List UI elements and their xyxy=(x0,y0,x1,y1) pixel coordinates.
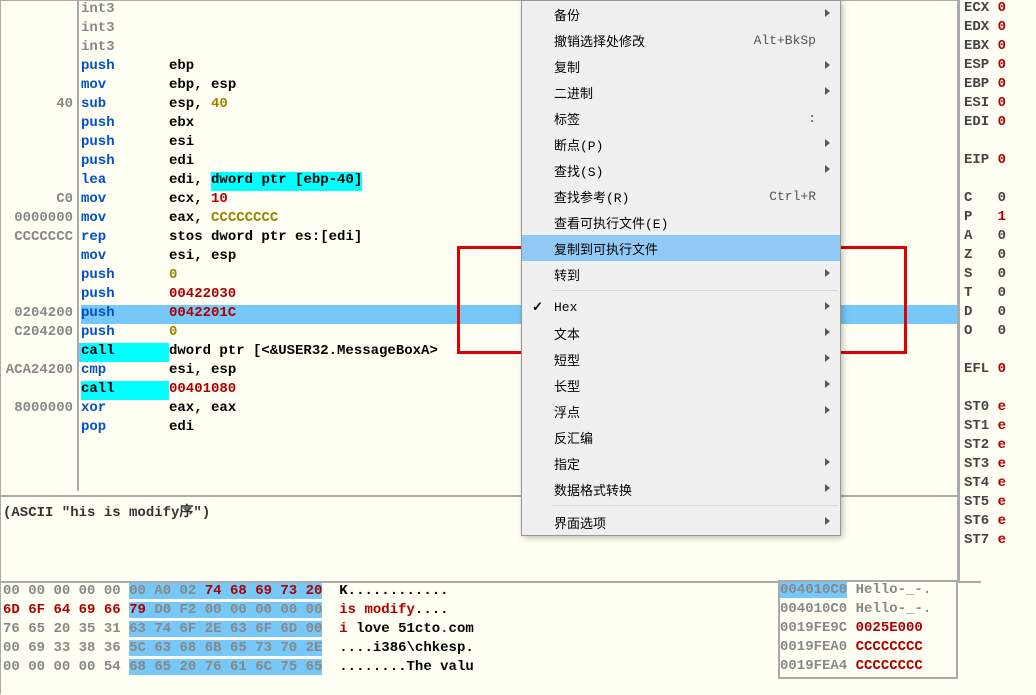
menu-item[interactable]: 查找(S) xyxy=(522,157,840,183)
register-d: D 0 xyxy=(960,304,1036,323)
menu-item[interactable]: 短型 xyxy=(522,346,840,372)
register-esp: ESP 0 xyxy=(960,57,1036,76)
menu-item[interactable]: 复制 xyxy=(522,53,840,79)
menu-item[interactable]: 界面选项 xyxy=(522,509,840,535)
register-st6: ST6 e xyxy=(960,513,1036,532)
register-eip: EIP 0 xyxy=(960,152,1036,171)
register-st2: ST2 e xyxy=(960,437,1036,456)
register-z: Z 0 xyxy=(960,247,1036,266)
register-edx: EDX 0 xyxy=(960,19,1036,38)
menu-item[interactable]: 指定 xyxy=(522,450,840,476)
chevron-right-icon xyxy=(825,61,830,69)
menu-item[interactable]: 标签: xyxy=(522,105,840,131)
menu-item[interactable]: 查看可执行文件(E) xyxy=(522,209,840,235)
register-efl: EFL 0 xyxy=(960,361,1036,380)
register-t: T 0 xyxy=(960,285,1036,304)
chevron-right-icon xyxy=(825,458,830,466)
stack-row[interactable]: 0019FEA4 CCCCCCCC xyxy=(780,658,956,677)
stack-row[interactable]: 0019FEA0 CCCCCCCC xyxy=(780,639,956,658)
stack-panel[interactable]: 004010C0 Hello-_-.004010C0 Hello-_-.0019… xyxy=(778,580,958,679)
register-ebp: EBP 0 xyxy=(960,76,1036,95)
register-s: S 0 xyxy=(960,266,1036,285)
menu-item[interactable]: 文本 xyxy=(522,320,840,346)
menu-item[interactable]: 数据格式转换 xyxy=(522,476,840,502)
chevron-right-icon xyxy=(825,380,830,388)
register-esi: ESI 0 xyxy=(960,95,1036,114)
register- xyxy=(960,380,1036,399)
address-gutter: 40C00000000CCCCCCC0204200C204200ACA24200… xyxy=(1,1,79,491)
chevron-right-icon xyxy=(825,302,830,310)
register- xyxy=(960,342,1036,361)
chevron-right-icon xyxy=(825,328,830,336)
menu-item[interactable]: 浮点 xyxy=(522,398,840,424)
stack-row[interactable]: 0019FE9C 0025E000 xyxy=(780,620,956,639)
menu-item[interactable]: 备份 xyxy=(522,1,840,27)
chevron-right-icon xyxy=(825,517,830,525)
check-icon: ✓ xyxy=(532,300,543,315)
register- xyxy=(960,171,1036,190)
chevron-right-icon xyxy=(825,9,830,17)
menu-item[interactable]: 转到 xyxy=(522,261,840,287)
register-ecx: ECX 0 xyxy=(960,0,1036,19)
menu-item[interactable]: 二进制 xyxy=(522,79,840,105)
stack-row[interactable]: 004010C0 Hello-_-. xyxy=(780,601,956,620)
register-edi: EDI 0 xyxy=(960,114,1036,133)
menu-item[interactable]: 撤销选择处修改Alt+BkSp xyxy=(522,27,840,53)
chevron-right-icon xyxy=(825,354,830,362)
menu-item[interactable]: 复制到可执行文件 xyxy=(522,235,840,261)
register-st1: ST1 e xyxy=(960,418,1036,437)
register-c: C 0 xyxy=(960,190,1036,209)
stack-row[interactable]: 004010C0 Hello-_-. xyxy=(780,582,956,601)
register- xyxy=(960,133,1036,152)
chevron-right-icon xyxy=(825,484,830,492)
register-st3: ST3 e xyxy=(960,456,1036,475)
register-st4: ST4 e xyxy=(960,475,1036,494)
chevron-right-icon xyxy=(825,165,830,173)
register-st5: ST5 e xyxy=(960,494,1036,513)
menu-item[interactable]: 查找参考(R)Ctrl+R xyxy=(522,183,840,209)
chevron-right-icon xyxy=(825,406,830,414)
menu-item[interactable]: ✓Hex xyxy=(522,294,840,320)
chevron-right-icon xyxy=(825,139,830,147)
register-o: O 0 xyxy=(960,323,1036,342)
context-menu[interactable]: 备份撤销选择处修改Alt+BkSp复制二进制标签:断点(P)查找(S)查找参考(… xyxy=(521,0,841,536)
chevron-right-icon xyxy=(825,269,830,277)
menu-item[interactable]: 长型 xyxy=(522,372,840,398)
register-ebx: EBX 0 xyxy=(960,38,1036,57)
menu-item[interactable]: 反汇编 xyxy=(522,424,840,450)
chevron-right-icon xyxy=(825,87,830,95)
menu-item[interactable]: 断点(P) xyxy=(522,131,840,157)
register-st0: ST0 e xyxy=(960,399,1036,418)
register-st7: ST7 e xyxy=(960,532,1036,551)
register-p: P 1 xyxy=(960,209,1036,228)
register-a: A 0 xyxy=(960,228,1036,247)
